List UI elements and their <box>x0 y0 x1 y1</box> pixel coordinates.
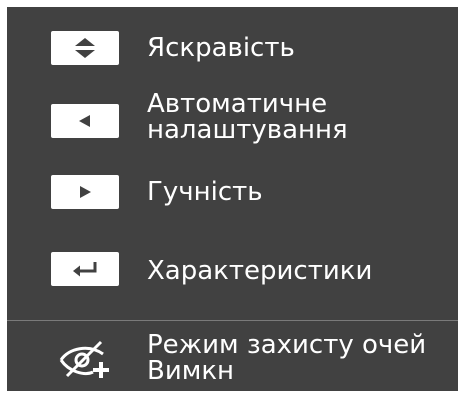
up-down-icon <box>75 38 95 58</box>
eye-saver-label-line1: Режим захисту очей <box>147 330 427 360</box>
brightness-label: Яскравість <box>147 33 295 63</box>
enter-return-icon <box>73 262 97 277</box>
eye-saver-off-icon <box>59 340 109 378</box>
left-key[interactable] <box>51 104 119 138</box>
auto-adjust-label: Автоматичне налаштування <box>147 91 348 143</box>
eye-saver-label: Режим захисту очей Вимкн <box>147 332 426 384</box>
right-arrow-icon <box>80 186 91 198</box>
menu-item-eye-saver[interactable]: Режим захисту очей Вимкн <box>7 329 458 389</box>
enter-key[interactable] <box>51 252 119 286</box>
osd-menu-panel: Яскравість Автоматичне налаштування Гучн… <box>7 7 458 391</box>
eye-saver-status: Вимкн <box>147 356 235 386</box>
up-down-key[interactable] <box>51 31 119 65</box>
menu-item-brightness[interactable]: Яскравість <box>7 31 458 69</box>
right-key[interactable] <box>51 175 119 209</box>
menu-item-volume[interactable]: Гучність <box>7 175 458 213</box>
auto-adjust-label-line2: налаштування <box>147 115 348 145</box>
auto-adjust-label-line1: Автоматичне <box>147 89 328 119</box>
left-arrow-icon <box>79 115 90 127</box>
features-label: Характеристики <box>147 256 373 286</box>
menu-divider <box>7 320 458 321</box>
menu-item-auto-adjust[interactable]: Автоматичне налаштування <box>7 91 458 153</box>
menu-item-features[interactable]: Характеристики <box>7 252 458 290</box>
volume-label: Гучність <box>147 177 263 207</box>
